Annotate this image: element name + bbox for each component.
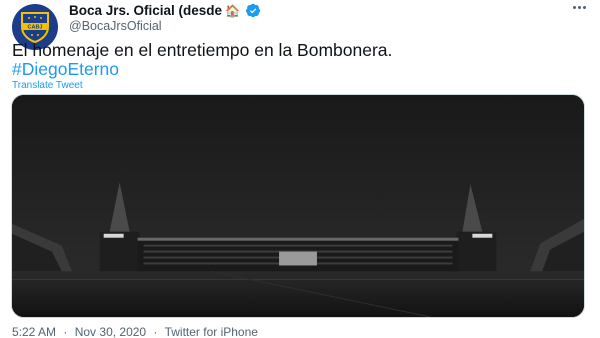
- more-options-icon[interactable]: [573, 6, 586, 9]
- tweet-text: El homenaje en el entretiempo en la Bomb…: [12, 40, 393, 60]
- display-name[interactable]: Boca Jrs. Oficial (desde: [69, 3, 222, 18]
- house-emoji: 🏠: [225, 3, 241, 18]
- hashtag-link[interactable]: #DiegoEterno: [12, 59, 119, 80]
- account-handle[interactable]: @BocaJrsOficial: [69, 19, 162, 33]
- account-name-row[interactable]: Boca Jrs. Oficial (desde 🏠: [69, 3, 261, 18]
- crest-text: CABJ: [28, 25, 43, 31]
- tweet-date[interactable]: Nov 30, 2020: [75, 325, 146, 338]
- tweet-source[interactable]: Twitter for iPhone: [165, 325, 258, 338]
- translate-tweet-link[interactable]: Translate Tweet: [12, 80, 83, 91]
- meta-separator: ·: [63, 325, 68, 338]
- tweet-timestamp: 5:22 AM · Nov 30, 2020 · Twitter for iPh…: [12, 325, 258, 338]
- tweet-media-image[interactable]: [11, 94, 585, 318]
- tweet-time[interactable]: 5:22 AM: [12, 325, 56, 338]
- meta-separator: ·: [153, 325, 158, 338]
- verified-badge-icon: [246, 3, 261, 18]
- tweet-card: CABJ Boca Jrs. Oficial (desde 🏠 @BocaJrs…: [0, 0, 600, 338]
- club-crest-icon: CABJ: [21, 12, 49, 43]
- stadium-photo: [12, 95, 584, 317]
